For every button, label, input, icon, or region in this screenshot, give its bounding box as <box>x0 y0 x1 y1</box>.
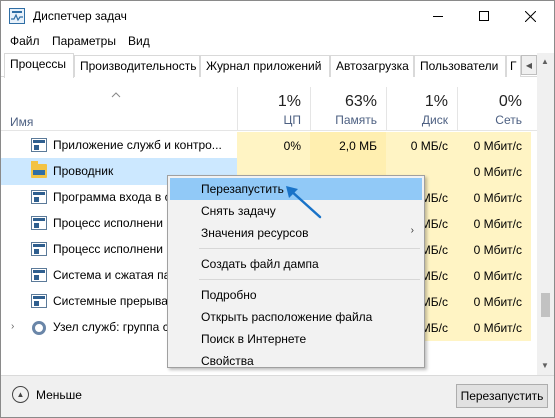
column-cpu-header[interactable]: 1% ЦП <box>237 87 310 131</box>
disk-label: Диск <box>421 113 448 127</box>
memory-value: 2,0 МБ <box>310 132 386 159</box>
sort-ascending-icon[interactable] <box>111 92 121 98</box>
tab-bar: Процессы Производительность Журнал прило… <box>1 53 554 78</box>
scrollbar-thumb[interactable] <box>541 293 550 317</box>
context-menu-item[interactable]: Свойства <box>170 350 422 372</box>
app-icon <box>31 268 47 282</box>
maximize-button[interactable] <box>461 1 507 31</box>
window-title: Диспетчер задач <box>33 9 127 23</box>
vertical-scrollbar[interactable]: ▲ ▼ <box>537 53 554 375</box>
column-network-header[interactable]: 0% Сеть <box>457 87 531 131</box>
scroll-up-icon[interactable]: ▲ <box>541 57 549 66</box>
tab-performance[interactable]: Производительность <box>74 55 200 77</box>
memory-total: 63% <box>344 93 377 110</box>
context-menu-item-label: Открыть расположение файла <box>201 310 373 324</box>
app-icon <box>31 138 47 152</box>
context-menu-item-label: Значения ресурсов <box>201 226 309 240</box>
disk-total: 1% <box>424 93 448 110</box>
network-value: 0 Мбит/с <box>457 314 531 341</box>
context-menu-item-label: Поиск в Интернете <box>201 332 307 346</box>
network-value: 0 Мбит/с <box>457 262 531 289</box>
task-manager-window: Диспетчер задач Файл Параметры Вид Проце… <box>0 0 555 418</box>
menu-bar: Файл Параметры Вид <box>1 31 554 52</box>
disk-value: 0 МБ/с <box>386 132 457 159</box>
network-value: 0 Мбит/с <box>457 184 531 211</box>
app-icon <box>31 190 47 204</box>
tab-users[interactable]: Пользователи <box>414 55 506 77</box>
close-icon <box>524 10 536 22</box>
task-manager-icon <box>9 8 25 24</box>
cpu-label: ЦП <box>283 113 301 127</box>
process-name: Приложение служб и контро... <box>53 138 222 152</box>
table-row[interactable]: Приложение служб и контро... 0% 2,0 МБ 0 МБ… <box>1 132 531 159</box>
context-menu-item[interactable]: Значения ресурсов › <box>170 222 422 244</box>
cpu-total: 1% <box>277 93 301 110</box>
process-name: Системные прерыва <box>53 294 168 308</box>
process-name: Программа входа в с <box>53 190 171 204</box>
app-icon <box>31 216 47 230</box>
network-value: 0 Мбит/с <box>457 236 531 263</box>
minimize-button[interactable] <box>415 1 461 31</box>
context-menu-item[interactable]: Подробно <box>170 284 422 306</box>
network-value: 0 Мбит/с <box>457 288 531 315</box>
process-name: Процесс исполнени <box>53 242 163 256</box>
network-total: 0% <box>498 93 522 110</box>
column-memory-header[interactable]: 63% Память <box>310 87 386 131</box>
tab-details[interactable]: Г <box>506 55 521 77</box>
context-menu-item-label: Свойства <box>201 354 254 368</box>
scroll-down-icon[interactable]: ▼ <box>541 361 549 370</box>
tab-scroll-left-button[interactable]: ◀ <box>521 55 537 75</box>
context-menu-item-label: Создать файл дампа <box>201 257 319 271</box>
context-menu-item[interactable]: Создать файл дампа <box>170 253 422 275</box>
restart-button[interactable]: Перезапустить <box>456 384 548 408</box>
context-menu-item-label: Подробно <box>201 288 257 302</box>
network-value: 0 Мбит/с <box>457 132 531 159</box>
column-name-header[interactable]: Имя <box>10 115 33 129</box>
cpu-value: 0% <box>237 132 310 159</box>
context-menu-item-label: Снять задачу <box>201 204 276 218</box>
expand-chevron-icon[interactable]: › <box>11 321 14 332</box>
app-icon <box>31 294 47 308</box>
minimize-icon <box>433 15 443 17</box>
process-name: Процесс исполнени <box>53 216 163 230</box>
chevron-left-icon: ◀ <box>525 60 533 70</box>
network-value: 0 Мбит/с <box>457 158 531 185</box>
process-name: Система и сжатая па <box>53 268 171 282</box>
annotation-arrow-icon <box>286 186 322 219</box>
tab-startup[interactable]: Автозагрузка <box>330 55 414 77</box>
process-name: Проводник <box>53 164 114 178</box>
title-bar: Диспетчер задач <box>1 1 554 31</box>
tab-processes[interactable]: Процессы <box>4 53 74 78</box>
menu-options[interactable]: Параметры <box>52 34 116 48</box>
fewer-details-link[interactable]: Меньше <box>36 388 82 402</box>
memory-label: Память <box>335 113 377 127</box>
menu-separator <box>199 248 420 249</box>
context-menu-item[interactable]: Поиск в Интернете <box>170 328 422 350</box>
close-button[interactable] <box>507 1 553 31</box>
process-name: Узел служб: группа с <box>53 320 169 334</box>
gear-icon <box>32 321 46 335</box>
column-disk-header[interactable]: 1% Диск <box>386 87 457 131</box>
menu-separator <box>199 279 420 280</box>
network-value: 0 Мбит/с <box>457 210 531 237</box>
submenu-chevron-icon: › <box>410 225 414 236</box>
menu-view[interactable]: Вид <box>128 34 150 48</box>
tab-app-history[interactable]: Журнал приложений <box>200 55 330 77</box>
chevron-up-icon[interactable]: ▲ <box>12 386 29 403</box>
table-header: Имя 1% ЦП 63% Память 1% Диск 0% Сеть <box>1 87 554 131</box>
context-menu-item-label: Перезапустить <box>201 182 284 196</box>
app-icon <box>31 242 47 256</box>
menu-file[interactable]: Файл <box>10 34 40 48</box>
maximize-icon <box>479 11 489 21</box>
footer-bar: ▲ Меньше Перезапустить <box>1 375 554 417</box>
process-name-cell[interactable]: Приложение служб и контро... <box>1 132 237 159</box>
network-label: Сеть <box>495 113 522 127</box>
context-menu-item[interactable]: Открыть расположение файла <box>170 306 422 328</box>
folder-icon <box>31 161 47 178</box>
